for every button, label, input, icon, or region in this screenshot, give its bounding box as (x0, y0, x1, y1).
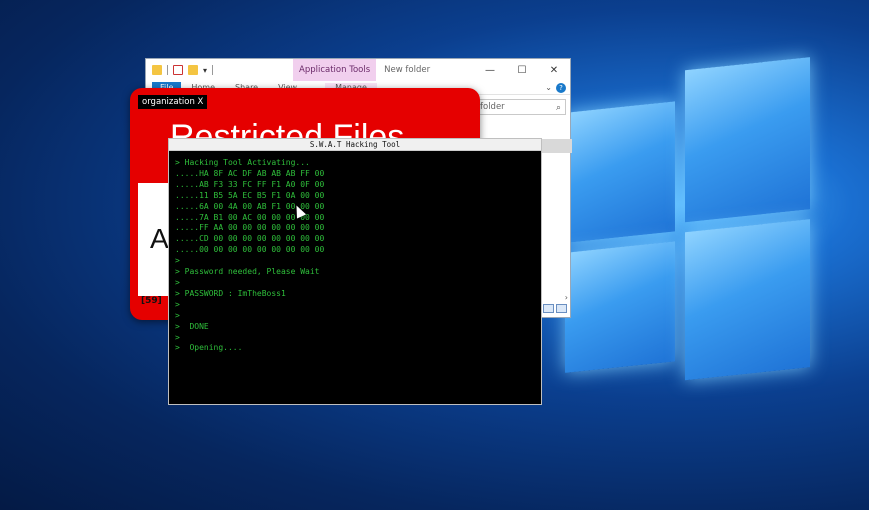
window-controls: — ☐ ✕ (474, 65, 570, 76)
console-line: > Opening.... (175, 343, 243, 353)
divider (212, 65, 214, 75)
minimize-button[interactable]: — (474, 65, 506, 76)
console-line: .....HA 8F AC DF AB AB AB FF 00 (175, 168, 325, 178)
large-icons-view-icon[interactable] (556, 304, 567, 313)
organization-label: organization X (138, 95, 208, 109)
console-line: .....FF AA 00 00 00 00 00 00 00 (175, 223, 325, 233)
properties-icon[interactable] (173, 65, 183, 75)
console-line: .....11 B5 5A EC B5 F1 0A 00 00 (175, 190, 325, 200)
console-line: > Password needed, Please Wait (175, 267, 320, 277)
logo-pane-top-right (685, 57, 810, 223)
console-title: S.W.A.T Hacking Tool (169, 139, 541, 151)
console-line: > PASSWORD : ImTheBoss1 (175, 288, 286, 298)
search-placeholder: folder (480, 102, 505, 112)
search-icon[interactable]: ⌕ (556, 101, 561, 115)
explorer-titlebar[interactable]: ▾ Application Tools New folder — ☐ ✕ (146, 59, 570, 81)
selected-row-highlight (542, 139, 572, 153)
console-line: .....00 00 00 00 00 00 00 00 00 (175, 245, 325, 255)
console-line: > Hacking Tool Activating... (175, 158, 310, 167)
console-line: > (175, 332, 180, 342)
window-title: New folder (384, 65, 431, 75)
scroll-right-icon[interactable]: › (565, 293, 568, 302)
help-icon[interactable]: ? (556, 83, 566, 93)
hacking-tool-console[interactable]: S.W.A.T Hacking Tool > Hacking Tool Acti… (168, 138, 542, 405)
divider (167, 65, 168, 75)
console-line: > (175, 310, 180, 320)
details-view-icon[interactable] (543, 304, 554, 313)
logo-pane-top-left (565, 101, 675, 243)
logo-pane-bottom-right (685, 219, 810, 381)
application-tools-label: Application Tools (293, 59, 377, 81)
console-line: .....7A B1 00 AC 00 00 00 00 00 (175, 212, 325, 222)
folder-icon[interactable] (152, 65, 162, 75)
windows-logo (565, 57, 810, 393)
console-line: > (175, 277, 180, 287)
customize-toolbar-icon[interactable]: ▾ (203, 66, 207, 75)
new-folder-icon[interactable] (188, 65, 198, 75)
console-output: > Hacking Tool Activating... .....HA 8F A… (169, 151, 541, 361)
body-text: A (150, 223, 169, 254)
maximize-button[interactable]: ☐ (506, 65, 538, 76)
console-line: .....CD 00 00 00 00 00 00 00 00 (175, 234, 325, 244)
logo-pane-bottom-left (565, 241, 675, 373)
console-line: > (175, 299, 180, 309)
console-line: > DONE (175, 321, 209, 331)
view-switcher (543, 304, 567, 313)
search-input[interactable]: folder ⌕ (476, 99, 566, 115)
close-button[interactable]: ✕ (538, 65, 570, 76)
expand-ribbon-icon[interactable]: ⌄ (545, 83, 552, 92)
console-line: .....6A 00 4A 00 AB F1 00 00 00 (175, 201, 325, 211)
countdown-counter: [59] (141, 296, 162, 306)
console-line: .....AB F3 33 FC FF F1 A0 0F 00 (175, 179, 325, 189)
quick-access-toolbar: ▾ (146, 65, 214, 75)
console-line: > (175, 256, 180, 266)
